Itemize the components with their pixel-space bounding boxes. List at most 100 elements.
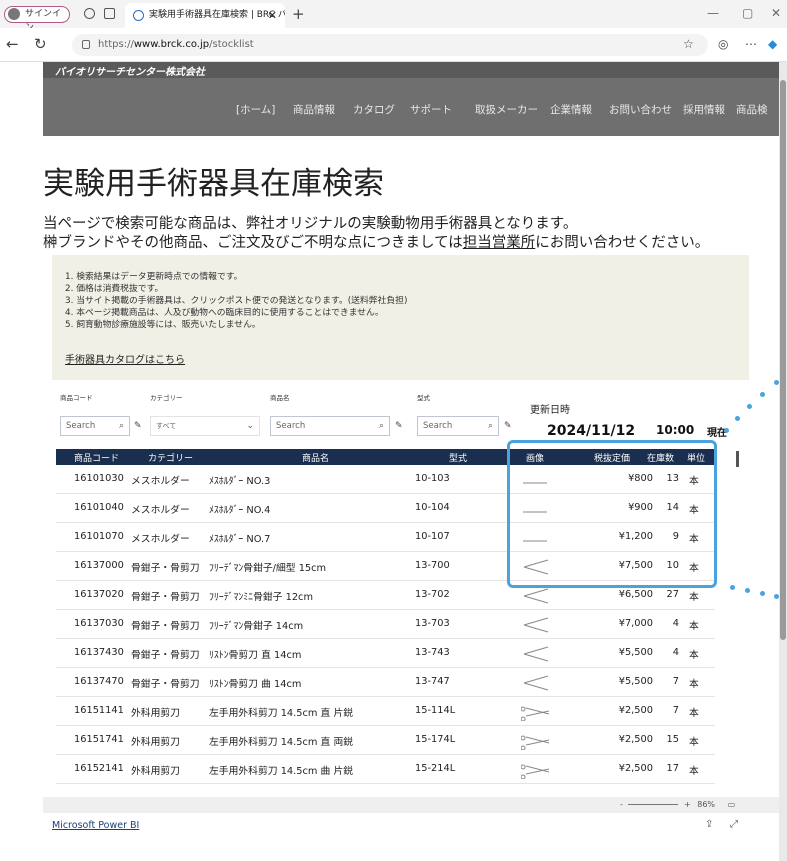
name-search-placeholder: Search xyxy=(276,421,306,431)
cell-name: 左手用外科剪刀 14.5cm 曲 片鋭 xyxy=(209,766,354,777)
table-row[interactable]: 16152141 外科用剪刀 左手用外科剪刀 14.5cm 曲 片鋭 15-214L ¥… xyxy=(56,755,715,784)
nav-support[interactable]: サポート xyxy=(410,102,452,117)
instrument-image[interactable] xyxy=(521,645,551,663)
header-category[interactable]: カテゴリー xyxy=(148,451,193,464)
cell-model: 13-743 xyxy=(415,647,450,658)
nav-company[interactable]: 企業情報 xyxy=(550,102,592,117)
cell-price: ¥2,500 xyxy=(618,763,653,774)
page-scrollbar[interactable] xyxy=(779,62,787,861)
eraser-icon[interactable]: ✎ xyxy=(395,421,403,431)
cell-model: 10-107 xyxy=(415,531,450,542)
zoom-out-button[interactable]: - xyxy=(620,800,623,809)
intro-text-pre: 榊ブランドやその他商品、ご注文及びご不明な点につきましては xyxy=(43,235,463,251)
tab-actions-icon[interactable] xyxy=(104,8,115,19)
fit-page-icon[interactable]: ▭ xyxy=(728,800,736,809)
eraser-icon[interactable]: ✎ xyxy=(504,421,512,431)
nav-home[interactable]: [ホーム] xyxy=(236,102,275,117)
zoom-level: 86% xyxy=(697,800,716,809)
cell-model: 13-703 xyxy=(415,618,450,629)
instrument-image[interactable] xyxy=(521,732,551,750)
category-select[interactable]: すべて ⌄ xyxy=(150,416,260,436)
highlight-box xyxy=(507,440,717,588)
cell-code: 16101030 xyxy=(74,473,124,484)
close-tab-icon[interactable]: ✕ xyxy=(268,3,277,28)
code-filter-label: 商品コード xyxy=(60,394,93,402)
workspaces-icon[interactable] xyxy=(84,8,95,19)
cell-unit: 本 xyxy=(689,737,699,748)
header-model[interactable]: 型式 xyxy=(449,451,467,464)
zoom-control: - + 86% ▭ xyxy=(620,800,735,809)
favorite-star-icon[interactable]: ☆ xyxy=(683,37,694,51)
header-code[interactable]: 商品コード xyxy=(74,451,119,464)
nav-products[interactable]: 商品情報 xyxy=(293,102,335,117)
nav-product-search[interactable]: 商品検 xyxy=(736,102,768,117)
zoom-in-button[interactable]: + xyxy=(684,800,691,809)
eraser-icon[interactable]: ✎ xyxy=(134,421,142,431)
url-field[interactable]: https://www.brck.co.jp/stocklist xyxy=(72,34,708,56)
cell-stock: 27 xyxy=(666,589,679,600)
cell-code: 16137470 xyxy=(74,676,124,687)
browser-tab[interactable]: 実験用手術器具在庫検索 | BRC バ ✕ xyxy=(125,3,285,28)
cell-code: 16151141 xyxy=(74,705,124,716)
instrument-image[interactable] xyxy=(521,616,551,634)
refresh-icon[interactable]: ↻ xyxy=(34,35,47,53)
more-menu-icon[interactable]: ⋯ xyxy=(745,37,757,51)
nav-catalog[interactable]: カタログ xyxy=(353,102,395,117)
table-row[interactable]: 16151741 外科用剪刀 左手用外科剪刀 14.5cm 直 両鋭 15-174L ¥… xyxy=(56,726,715,755)
zoom-slider[interactable] xyxy=(628,804,679,805)
table-row[interactable]: 16137030 骨鉗子・骨剪刀 ﾌﾘｰﾃﾞﾏﾝ骨鉗子 14cm 13-703 ¥7,0… xyxy=(56,610,715,639)
back-icon[interactable]: ← xyxy=(6,35,19,53)
instrument-image[interactable] xyxy=(521,703,551,721)
cell-price: ¥5,500 xyxy=(618,647,653,658)
cell-code: 16101070 xyxy=(74,531,124,542)
avatar-icon xyxy=(8,8,20,20)
code-search-input[interactable]: Search ⌕ xyxy=(60,416,130,436)
cell-unit: 本 xyxy=(689,592,699,603)
nav-makers[interactable]: 取扱メーカー xyxy=(475,102,538,117)
header-name[interactable]: 商品名 xyxy=(302,451,329,464)
table-row[interactable]: 16137470 骨鉗子・骨剪刀 ﾘｽﾄﾝ骨剪刀 曲 14cm 13-747 ¥5,50… xyxy=(56,668,715,697)
callout-dot xyxy=(745,588,750,593)
url-path: /stocklist xyxy=(209,39,254,50)
instrument-image[interactable] xyxy=(521,587,551,605)
cell-stock: 7 xyxy=(672,705,679,716)
cell-stock: 17 xyxy=(666,763,679,774)
new-tab-icon[interactable]: + xyxy=(292,5,305,23)
company-logo[interactable]: バイオリサーチセンター株式会社 xyxy=(55,63,205,78)
page-title: 実験用手術器具在庫検索 xyxy=(43,166,384,202)
cell-name: ﾒｽﾎﾙﾀﾞｰ NO.7 xyxy=(209,534,271,545)
powerbi-link[interactable]: Microsoft Power BI xyxy=(52,820,139,831)
fullscreen-icon[interactable]: ⤢ xyxy=(730,819,738,830)
address-bar-row: ← ↻ https://www.brck.co.jp/stocklist ☆ ◎… xyxy=(0,28,787,62)
table-scrollbar-thumb[interactable] xyxy=(736,451,739,467)
name-search-input[interactable]: Search ⌕ xyxy=(270,416,390,436)
extension-icon[interactable]: ◎ xyxy=(718,37,728,51)
cell-stock: 4 xyxy=(672,618,679,629)
page-scrollbar-thumb[interactable] xyxy=(780,80,786,640)
close-window-icon[interactable]: ✕ xyxy=(771,6,781,20)
copilot-icon[interactable]: ◆ xyxy=(768,37,777,51)
cell-code: 16101040 xyxy=(74,502,124,513)
maximize-icon[interactable]: ▢ xyxy=(742,6,753,20)
minimize-icon[interactable]: — xyxy=(707,6,719,20)
profile-button[interactable]: サインイン xyxy=(4,6,70,33)
instrument-image[interactable] xyxy=(521,674,551,692)
nav-contact[interactable]: お問い合わせ xyxy=(609,102,672,117)
cell-name: ﾌﾘｰﾃﾞﾏﾝ骨鉗子 14cm xyxy=(209,621,304,632)
share-icon[interactable]: ⇪ xyxy=(705,819,713,830)
instrument-image[interactable] xyxy=(521,761,551,779)
cell-price: ¥5,500 xyxy=(618,676,653,687)
table-row[interactable]: 16151141 外科用剪刀 左手用外科剪刀 14.5cm 直 片鋭 15-114L ¥… xyxy=(56,697,715,726)
code-search-placeholder: Search xyxy=(66,421,96,431)
model-filter-label: 型式 xyxy=(417,394,430,402)
cell-unit: 本 xyxy=(689,766,699,777)
cell-name: ﾒｽﾎﾙﾀﾞｰ NO.3 xyxy=(209,476,271,487)
model-search-input[interactable]: Search ⌕ xyxy=(417,416,499,436)
catalog-link[interactable]: 手術器具カタログはこちら xyxy=(65,351,185,366)
table-row[interactable]: 16137430 骨鉗子・骨剪刀 ﾘｽﾄﾝ骨剪刀 直 14cm 13-743 ¥5,50… xyxy=(56,639,715,668)
callout-dot xyxy=(724,428,729,433)
cell-category: 骨鉗子・骨剪刀 xyxy=(131,650,200,661)
cell-unit: 本 xyxy=(689,621,699,632)
sales-office-link[interactable]: 担当営業所 xyxy=(463,235,536,251)
nav-recruit[interactable]: 採用情報 xyxy=(683,102,725,117)
